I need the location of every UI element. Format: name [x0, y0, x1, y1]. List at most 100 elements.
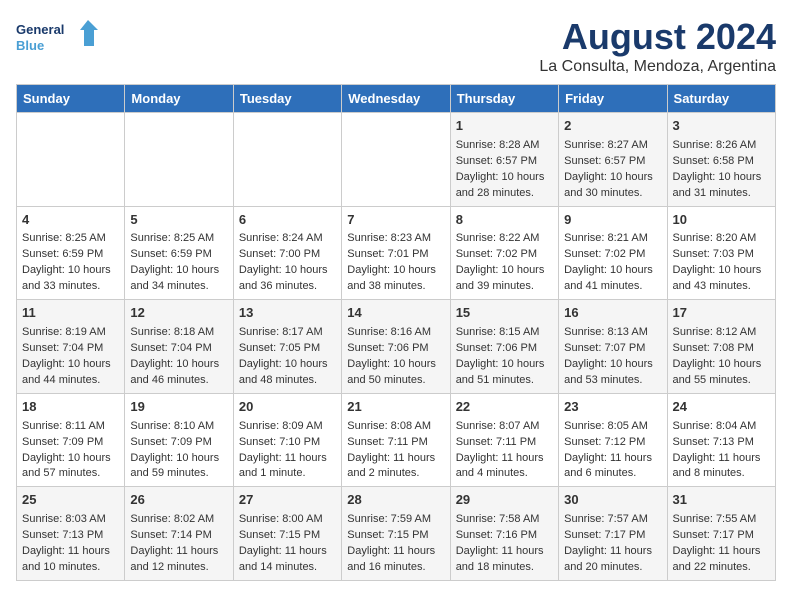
cell-content-line: Sunset: 7:13 PM: [673, 435, 770, 451]
cell-content-line: and 22 minutes.: [673, 560, 770, 576]
cell-content-line: Sunset: 7:16 PM: [456, 528, 553, 544]
cell-content-line: and 36 minutes.: [239, 279, 336, 295]
day-number: 23: [564, 398, 661, 417]
cell-content-line: Daylight: 10 hours: [22, 357, 119, 373]
title-section: August 2024 La Consulta, Mendoza, Argent…: [539, 16, 776, 76]
cell-content-line: Sunset: 7:08 PM: [673, 341, 770, 357]
cell-content-line: Daylight: 11 hours: [347, 451, 444, 467]
cell-content-line: Sunrise: 8:18 AM: [130, 325, 227, 341]
calendar-cell: 28Sunrise: 7:59 AMSunset: 7:15 PMDayligh…: [342, 487, 450, 581]
cell-content-line: and 34 minutes.: [130, 279, 227, 295]
day-number: 9: [564, 211, 661, 230]
calendar-week-row: 11 Sunrise: 8:19 AM Sunset: 7:04 PM Dayligh…: [17, 300, 776, 394]
header-monday: Monday: [125, 85, 233, 113]
cell-content-line: Sunrise: 8:15 AM: [456, 325, 553, 341]
calendar-cell: 10Sunrise: 8:20 AMSunset: 7:03 PMDayligh…: [667, 206, 775, 300]
calendar-title: August 2024: [539, 16, 776, 58]
calendar-cell: 16Sunrise: 8:13 AMSunset: 7:07 PMDayligh…: [559, 300, 667, 394]
cell-content-line: Sunset: 7:11 PM: [347, 435, 444, 451]
cell-content-line: Daylight: 11 hours: [456, 544, 553, 560]
cell-content-line: Sunset: 6:59 PM: [130, 247, 227, 263]
day-number: 7: [347, 211, 444, 230]
cell-content-line: Sunrise: 8:04 AM: [673, 419, 770, 435]
cell-content-line: Daylight: 11 hours: [564, 544, 661, 560]
cell-content-line: Daylight: 11 hours: [564, 451, 661, 467]
day-number: 2: [564, 117, 661, 136]
cell-content-line: Daylight: 11 hours: [22, 544, 119, 560]
cell-content-line: Sunset: 7:11 PM: [456, 435, 553, 451]
cell-content-line: and 48 minutes.: [239, 373, 336, 389]
cell-content-line: and 41 minutes.: [564, 279, 661, 295]
page-header: General Blue August 2024 La Consulta, Me…: [16, 16, 776, 76]
cell-content-line: Daylight: 10 hours: [456, 263, 553, 279]
cell-content-line: Daylight: 10 hours: [239, 263, 336, 279]
cell-content-line: and 39 minutes.: [456, 279, 553, 295]
cell-content-line: Daylight: 10 hours: [347, 357, 444, 373]
calendar-cell: 12Sunrise: 8:18 AMSunset: 7:04 PMDayligh…: [125, 300, 233, 394]
cell-content-line: and 51 minutes.: [456, 373, 553, 389]
header-saturday: Saturday: [667, 85, 775, 113]
cell-content-line: Sunset: 6:57 PM: [456, 154, 553, 170]
cell-content-line: and 57 minutes.: [22, 466, 119, 482]
cell-content-line: Daylight: 10 hours: [347, 263, 444, 279]
cell-content-line: Sunset: 7:15 PM: [239, 528, 336, 544]
header-friday: Friday: [559, 85, 667, 113]
cell-content-line: Daylight: 10 hours: [239, 357, 336, 373]
cell-content-line: and 18 minutes.: [456, 560, 553, 576]
day-number: 11: [22, 304, 119, 323]
calendar-cell: 7Sunrise: 8:23 AMSunset: 7:01 PMDaylight…: [342, 206, 450, 300]
cell-content-line: Daylight: 11 hours: [239, 451, 336, 467]
logo-svg: General Blue: [16, 16, 106, 56]
cell-content-line: Sunset: 7:07 PM: [564, 341, 661, 357]
calendar-week-row: 25Sunrise: 8:03 AMSunset: 7:13 PMDayligh…: [17, 487, 776, 581]
cell-content-line: and 8 minutes.: [673, 466, 770, 482]
cell-content-line: Sunset: 7:17 PM: [564, 528, 661, 544]
day-number: 31: [673, 491, 770, 510]
cell-content-line: and 28 minutes.: [456, 186, 553, 202]
cell-content-line: Daylight: 10 hours: [564, 263, 661, 279]
cell-content-line: Daylight: 10 hours: [130, 263, 227, 279]
cell-content-line: Sunrise: 8:25 AM: [22, 231, 119, 247]
calendar-cell: 13Sunrise: 8:17 AMSunset: 7:05 PMDayligh…: [233, 300, 341, 394]
calendar-week-row: 1Sunrise: 8:28 AMSunset: 6:57 PMDaylight…: [17, 113, 776, 207]
cell-content-line: Daylight: 10 hours: [673, 263, 770, 279]
calendar-header-row: Sunday Monday Tuesday Wednesday Thursday…: [17, 85, 776, 113]
calendar-cell: 19Sunrise: 8:10 AMSunset: 7:09 PMDayligh…: [125, 393, 233, 487]
cell-content-line: Sunset: 7:04 PM: [130, 341, 227, 357]
cell-content-line: Sunrise: 8:00 AM: [239, 512, 336, 528]
cell-content-line: and 12 minutes.: [130, 560, 227, 576]
cell-content-line: and 20 minutes.: [564, 560, 661, 576]
cell-content-line: Sunset: 7:06 PM: [347, 341, 444, 357]
cell-content-line: Sunrise: 8:19 AM: [22, 325, 119, 341]
cell-content-line: Sunrise: 8:11 AM: [22, 419, 119, 435]
calendar-cell: [342, 113, 450, 207]
cell-content-line: Daylight: 11 hours: [239, 544, 336, 560]
calendar-cell: 31Sunrise: 7:55 AMSunset: 7:17 PMDayligh…: [667, 487, 775, 581]
day-number: 17: [673, 304, 770, 323]
cell-content-line: Sunset: 7:00 PM: [239, 247, 336, 263]
cell-content-line: Daylight: 10 hours: [456, 170, 553, 186]
calendar-cell: 2Sunrise: 8:27 AMSunset: 6:57 PMDaylight…: [559, 113, 667, 207]
cell-content-line: Sunrise: 8:13 AM: [564, 325, 661, 341]
cell-content-line: Sunset: 7:12 PM: [564, 435, 661, 451]
calendar-cell: 9Sunrise: 8:21 AMSunset: 7:02 PMDaylight…: [559, 206, 667, 300]
day-number: 18: [22, 398, 119, 417]
svg-text:General: General: [16, 22, 64, 37]
cell-content-line: Sunset: 7:10 PM: [239, 435, 336, 451]
calendar-cell: 11Sunrise: 8:19 AMSunset: 7:04 PMDayligh…: [17, 300, 125, 394]
cell-content-line: Sunrise: 8:03 AM: [22, 512, 119, 528]
cell-content-line: Sunrise: 8:10 AM: [130, 419, 227, 435]
day-number: 4: [22, 211, 119, 230]
cell-content-line: Daylight: 10 hours: [564, 357, 661, 373]
cell-content-line: Daylight: 11 hours: [130, 544, 227, 560]
day-number: 22: [456, 398, 553, 417]
header-wednesday: Wednesday: [342, 85, 450, 113]
day-number: 25: [22, 491, 119, 510]
cell-content-line: Daylight: 11 hours: [673, 451, 770, 467]
cell-content-line: and 44 minutes.: [22, 373, 119, 389]
day-number: 28: [347, 491, 444, 510]
cell-content-line: Sunset: 7:01 PM: [347, 247, 444, 263]
day-number: 26: [130, 491, 227, 510]
cell-content-line: Daylight: 10 hours: [22, 263, 119, 279]
cell-content-line: and 53 minutes.: [564, 373, 661, 389]
